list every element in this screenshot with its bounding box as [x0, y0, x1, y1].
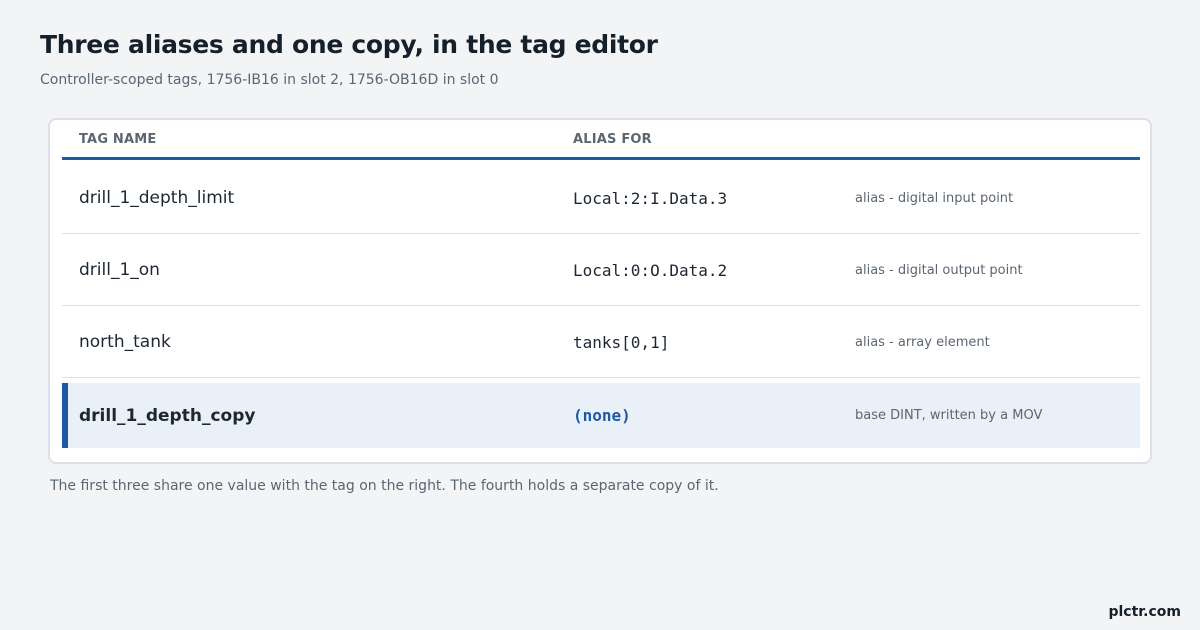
tag-description-cell: alias - array element	[855, 334, 990, 350]
alias-for-cell[interactable]: tanks[0,1]	[573, 307, 669, 377]
page-subtitle: Controller-scoped tags, 1756-IB16 in slo…	[40, 72, 499, 88]
brand-label: plctr.com	[1108, 604, 1181, 620]
table-row[interactable]: drill_1_depth_limit Local:2:I.Data.3 ali…	[62, 163, 1140, 234]
page-title: Three aliases and one copy, in the tag e…	[40, 30, 658, 59]
tag-name-cell[interactable]: drill_1_depth_copy	[79, 383, 255, 448]
alias-for-cell[interactable]: (none)	[573, 383, 631, 448]
column-header-tag-name[interactable]: TAG NAME	[79, 132, 156, 147]
table-row[interactable]: drill_1_on Local:0:O.Data.2 alias - digi…	[62, 235, 1140, 306]
footnote: The first three share one value with the…	[50, 478, 719, 494]
column-header-alias-for[interactable]: ALIAS FOR	[573, 132, 652, 147]
tag-name-cell[interactable]: drill_1_depth_limit	[79, 163, 234, 233]
tag-table: TAG NAME ALIAS FOR drill_1_depth_limit L…	[48, 118, 1152, 464]
table-row[interactable]: north_tank tanks[0,1] alias - array elem…	[62, 307, 1140, 378]
tag-description-cell: alias - digital input point	[855, 190, 1014, 206]
table-header: TAG NAME ALIAS FOR	[62, 120, 1140, 160]
tag-name-cell[interactable]: north_tank	[79, 307, 171, 377]
alias-for-cell[interactable]: Local:2:I.Data.3	[573, 163, 727, 233]
table-row-selected[interactable]: drill_1_depth_copy (none) base DINT, wri…	[62, 383, 1140, 448]
alias-for-cell[interactable]: Local:0:O.Data.2	[573, 235, 727, 305]
tag-name-cell[interactable]: drill_1_on	[79, 235, 160, 305]
tag-description-cell: alias - digital output point	[855, 262, 1023, 278]
selection-accent-bar	[62, 383, 68, 448]
tag-description-cell: base DINT, written by a MOV	[855, 408, 1043, 423]
